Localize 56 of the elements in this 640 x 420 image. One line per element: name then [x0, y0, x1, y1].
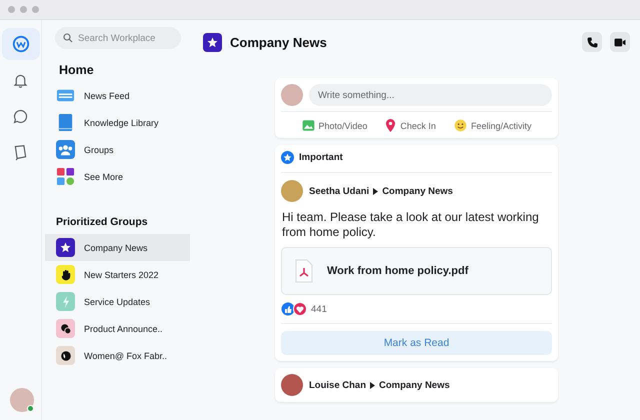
star-badge-icon [281, 151, 294, 164]
call-button[interactable] [582, 32, 602, 52]
group-name[interactable]: Company News [379, 380, 450, 390]
hand-icon [60, 268, 72, 280]
app-tiles-icon [56, 167, 75, 186]
book-icon [56, 113, 75, 132]
reaction-count: 441 [311, 304, 327, 314]
composer-action[interactable]: Photo/Video [302, 119, 368, 132]
avatar [281, 374, 303, 396]
phone-icon [586, 36, 598, 48]
people-icon [56, 140, 75, 159]
group-item[interactable]: Women@ Fox Fabr.. [45, 342, 190, 369]
workplace-logo-icon [12, 35, 30, 53]
avatar [281, 84, 303, 106]
post-text: Hi team. Please take a look at our latest working from home policy. [282, 210, 540, 240]
star-icon [207, 36, 218, 48]
important-label: Important [299, 152, 343, 163]
caret-icon [370, 382, 376, 388]
nav-button[interactable] [2, 28, 40, 60]
group-item[interactable]: New Starters 2022 [45, 261, 190, 288]
globe-icon [60, 350, 72, 362]
avatar [281, 180, 303, 202]
pdf-file-icon [295, 259, 313, 283]
search-icon [63, 33, 73, 43]
lightning-icon [60, 296, 70, 308]
sidebar-item[interactable]: Knowledge Library [45, 109, 190, 136]
group-item[interactable]: Product Announce.. [45, 315, 190, 342]
section-heading: Home [59, 63, 95, 77]
location-pin-icon [385, 119, 396, 132]
smiley-icon [454, 119, 467, 132]
reactions-icon [281, 302, 307, 316]
profile-avatar[interactable] [10, 388, 34, 412]
sidebar-item[interactable]: Groups [45, 136, 190, 163]
video-call-button[interactable] [610, 32, 630, 52]
book-icon [12, 144, 29, 160]
video-camera-icon [614, 36, 626, 48]
post-input-field[interactable]: Write something... [309, 84, 552, 106]
page-title: Company News [230, 34, 328, 50]
author-name[interactable]: Louise Chan [309, 380, 366, 390]
composer-action[interactable]: Check In [385, 119, 436, 132]
attachment[interactable]: Work from home policy.pdf [281, 247, 552, 295]
caret-icon [373, 188, 378, 194]
sidebar-item[interactable]: News Feed [45, 82, 190, 109]
speech-bubbles-icon [60, 322, 72, 334]
section-heading: Prioritized Groups [56, 216, 149, 228]
group-name[interactable]: Company News [382, 186, 453, 196]
composer-action[interactable]: Feeling/Activity [454, 119, 532, 132]
photo-icon [302, 119, 315, 132]
group-item[interactable]: Service Updates [45, 288, 190, 315]
online-status-icon [27, 405, 34, 412]
chat-bubble-icon [12, 108, 29, 124]
star-icon [60, 242, 71, 253]
search-field[interactable]: Search Workplace [55, 27, 181, 49]
group-item[interactable]: Company News [45, 234, 190, 261]
author-name[interactable]: Seetha Udani [309, 186, 370, 196]
sidebar-item[interactable]: See More [45, 163, 190, 190]
